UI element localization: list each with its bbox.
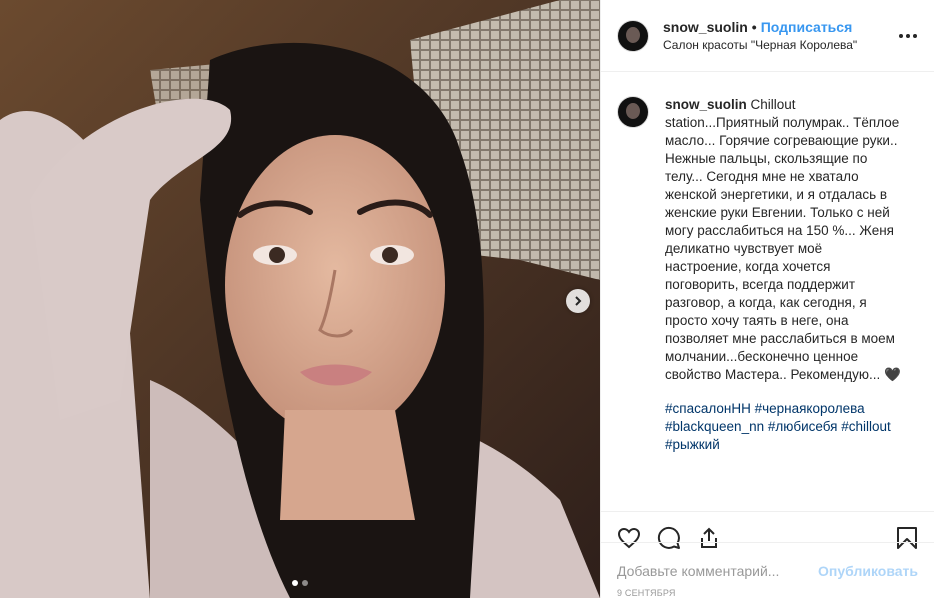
avatar[interactable] — [617, 19, 649, 52]
caption-username[interactable]: snow_suolin — [665, 97, 747, 112]
hashtag-link[interactable]: #рыжкий — [665, 437, 720, 452]
hashtag-link[interactable]: #любисебя — [768, 419, 838, 434]
caption-text: snow_suolin Chillout station...Приятный … — [665, 96, 901, 384]
carousel-indicator — [292, 580, 308, 586]
hashtag-link[interactable]: #чернаякоролева — [755, 401, 865, 416]
separator: • — [751, 19, 757, 35]
post-photo[interactable] — [0, 0, 600, 598]
header-text: snow_suolin • Подписаться Салон красоты … — [663, 19, 898, 52]
comment-input[interactable] — [617, 562, 819, 579]
hashtag-link[interactable]: #спасалонНН — [665, 401, 751, 416]
add-comment-bar: Опубликовать — [601, 542, 934, 598]
chevron-right-icon — [575, 296, 582, 306]
more-icon[interactable] — [898, 33, 918, 38]
carousel-dot — [302, 580, 308, 586]
post-sidebar: snow_suolin • Подписаться Салон красоты … — [600, 0, 934, 598]
next-photo-button[interactable] — [566, 289, 590, 313]
follow-button[interactable]: Подписаться — [761, 19, 853, 35]
post-header: snow_suolin • Подписаться Салон красоты … — [601, 0, 934, 72]
carousel-dot — [292, 580, 298, 586]
header-line: snow_suolin • Подписаться — [663, 19, 898, 35]
location-link[interactable]: Салон красоты "Черная Королева" — [663, 38, 898, 52]
comments-section: snow_suolin Chillout station...Приятный … — [601, 72, 934, 511]
selfie-image — [0, 0, 600, 598]
caption-body: Chillout station...Приятный полумрак.. Т… — [665, 97, 901, 382]
avatar[interactable] — [617, 96, 649, 128]
publish-button[interactable]: Опубликовать — [818, 563, 918, 579]
hashtags: #спасалонНН #чернаякоролева #blackqueen_… — [665, 400, 918, 454]
hashtag-link[interactable]: #chillout — [841, 419, 891, 434]
hashtag-link[interactable]: #blackqueen_nn — [665, 419, 764, 434]
caption-comment: snow_suolin Chillout station...Приятный … — [617, 96, 918, 384]
username-link[interactable]: snow_suolin — [663, 19, 748, 35]
instagram-post: snow_suolin • Подписаться Салон красоты … — [0, 0, 934, 598]
